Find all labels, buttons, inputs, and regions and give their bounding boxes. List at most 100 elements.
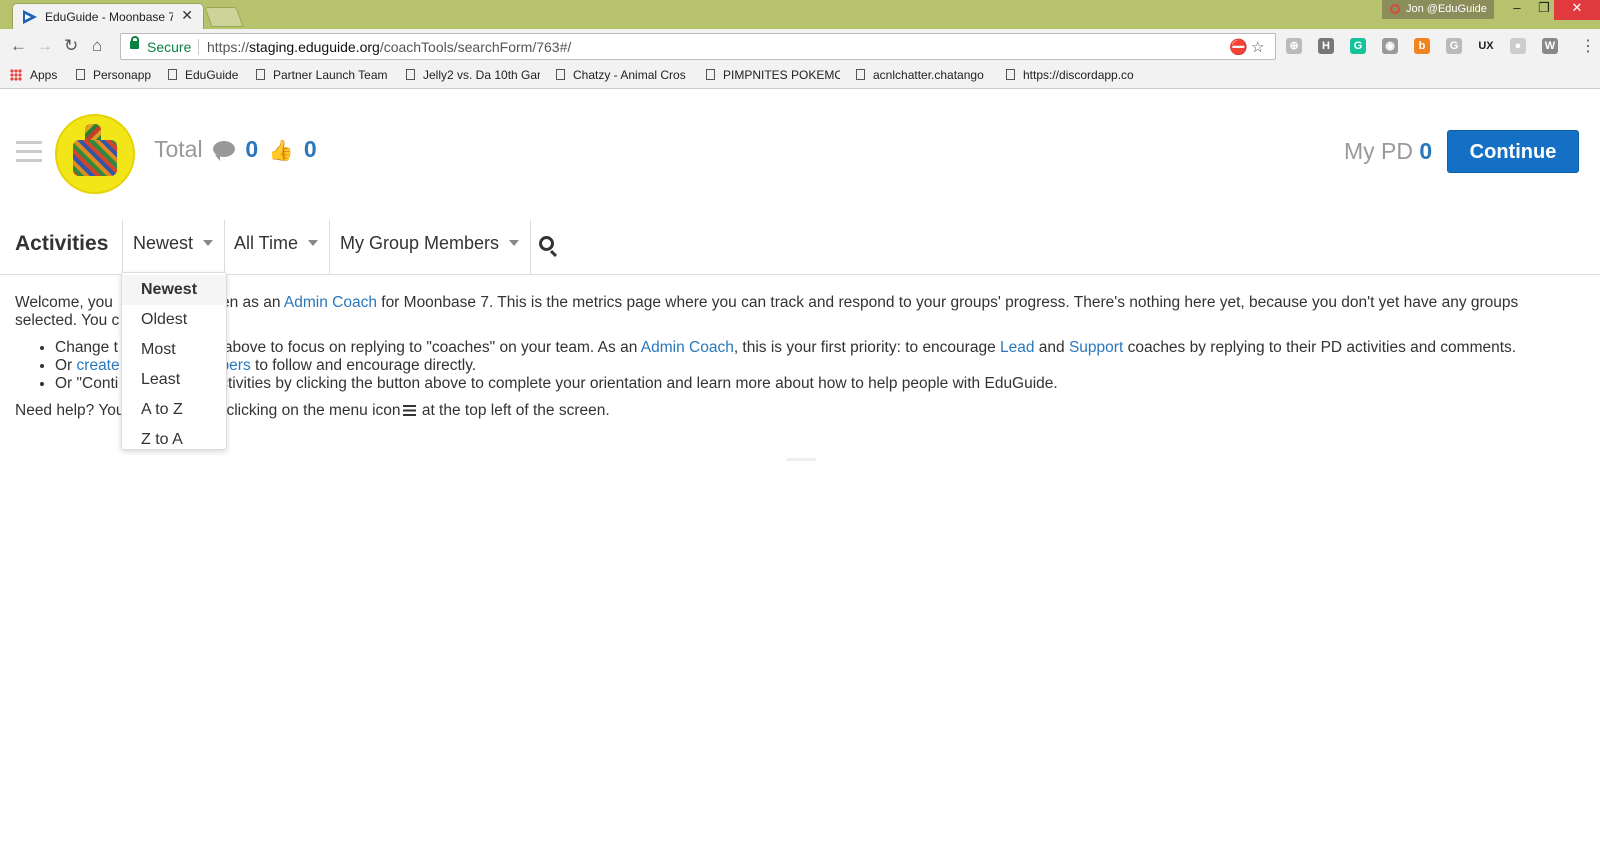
menu-icon (402, 405, 416, 416)
browser-tab[interactable]: EduGuide - Moonbase 7 ✕ (12, 3, 204, 29)
sort-option-least[interactable]: Least (122, 365, 226, 395)
activities-heading: Activities (15, 232, 109, 255)
total-stats: Total 0 👍 0 (154, 136, 317, 163)
extension-circle-icon[interactable]: ● (1510, 38, 1526, 54)
secure-label: Secure (147, 39, 192, 55)
list-item: Or creatembers to follow and encourage d… (55, 357, 1575, 375)
profile-icon (1390, 4, 1400, 14)
page-icon (556, 69, 565, 80)
caret-down-icon (203, 240, 214, 246)
logo-fist (73, 140, 117, 176)
time-dropdown[interactable]: All Time (234, 233, 319, 254)
lead-link[interactable]: Lead (1000, 339, 1034, 356)
omnibox-divider (198, 39, 199, 55)
browser-titlebar: EduGuide - Moonbase 7 ✕ Jon @EduGuide – … (0, 0, 1600, 29)
address-bar[interactable]: Secure https://staging.eduguide.org/coac… (120, 33, 1276, 60)
back-icon[interactable]: ← (10, 36, 27, 56)
sort-option-newest[interactable]: Newest (122, 275, 226, 305)
apps-icon (10, 69, 22, 81)
sort-dropdown[interactable]: Newest (133, 233, 214, 254)
comments-count: 0 (245, 136, 259, 162)
bookmark-partner-launch[interactable]: Partner Launch Team (256, 68, 390, 82)
page-content: Total 0 👍 0 My PD 0 Continue Activities … (0, 90, 1600, 860)
url-text[interactable]: https://staging.eduguide.org/coachTools/… (207, 39, 571, 55)
eduguide-favicon-icon (23, 10, 37, 24)
grammarly-icon[interactable]: G (1350, 38, 1366, 54)
blogger-icon[interactable]: b (1414, 38, 1430, 54)
star-icon[interactable]: ☆ (1251, 38, 1264, 56)
new-tab-button[interactable] (204, 7, 244, 27)
mypd-label: My PD (1344, 138, 1413, 164)
bookmark-jelly2[interactable]: Jelly2 vs. Da 10th Gar (406, 68, 540, 82)
page-icon (406, 69, 415, 80)
filter-divider (122, 220, 123, 275)
thumbs-up-icon: 👍 (268, 140, 294, 162)
my-pd-stat: My PD 0 (1344, 138, 1432, 165)
bookmark-eduguide[interactable]: EduGuide (168, 68, 238, 82)
bookmarks-bar: Apps Personapp EduGuide Partner Launch T… (0, 63, 1600, 89)
sort-option-z-to-a[interactable]: Z to A (122, 425, 226, 455)
extension-g-icon[interactable]: G (1446, 38, 1462, 54)
lock-icon (130, 36, 139, 49)
filter-divider (224, 220, 225, 275)
tab-title: EduGuide - Moonbase 7 (45, 10, 173, 24)
welcome-paragraph: Welcome, you sen as an Admin Coach for M… (15, 294, 1519, 329)
sort-option-oldest[interactable]: Oldest (122, 305, 226, 335)
search-icon[interactable] (539, 236, 554, 251)
close-window-button[interactable]: ✕ (1554, 0, 1600, 20)
list-item: Or "Contictivities by clicking the butto… (55, 375, 1575, 393)
ux-icon[interactable]: UX (1478, 38, 1494, 54)
continue-button[interactable]: Continue (1447, 130, 1579, 173)
sort-option-most[interactable]: Most (122, 335, 226, 365)
help-paragraph: Need help? You clicking on the menu icon … (15, 402, 610, 419)
filter-divider (329, 220, 330, 275)
chrome-menu-icon[interactable]: ⋮ (1580, 36, 1596, 56)
profile-name: Jon @EduGuide (1406, 3, 1487, 15)
page-icon (168, 69, 177, 80)
list-item: Change tabove to focus on replying to "c… (55, 339, 1575, 357)
support-link[interactable]: Support (1069, 339, 1123, 356)
browser-toolbar: ← → ↻ ⌂ Secure https://staging.eduguide.… (0, 29, 1600, 63)
bookmark-apps[interactable]: Apps (10, 68, 57, 82)
scroll-indicator (786, 458, 816, 461)
instruction-list: Change tabove to focus on replying to "c… (55, 339, 1575, 393)
group-dropdown[interactable]: My Group Members (340, 233, 520, 254)
caret-down-icon (308, 240, 319, 246)
thumbs-up-logo (55, 114, 135, 194)
reload-icon[interactable]: ↻ (64, 36, 78, 56)
bookmark-discord[interactable]: https://discordapp.co (1006, 68, 1140, 82)
filter-divider (530, 220, 531, 275)
sort-option-a-to-z[interactable]: A to Z (122, 395, 226, 425)
caret-down-icon (509, 240, 520, 246)
home-icon[interactable]: ⌂ (92, 36, 102, 56)
forward-icon[interactable]: → (36, 36, 53, 56)
bookmark-pimpnites[interactable]: PIMPNITES POKEMO (706, 68, 840, 82)
profile-button[interactable]: Jon @EduGuide (1382, 0, 1494, 19)
admin-coach-link[interactable]: Admin Coach (641, 339, 734, 356)
welcome-message: Welcome, you sen as an Admin Coach for M… (15, 294, 1575, 420)
page-icon (1006, 69, 1015, 80)
page-icon (856, 69, 865, 80)
filter-bar: Activities Newest All Time My Group Memb… (0, 220, 1600, 275)
bookmark-acnlchatter[interactable]: acnlchatter.chatango (856, 68, 990, 82)
bookmark-personapp[interactable]: Personapp (76, 68, 151, 82)
total-label: Total (154, 136, 203, 162)
minimize-button[interactable]: – (1503, 0, 1531, 20)
bookmark-chatzy[interactable]: Chatzy - Animal Cros (556, 68, 690, 82)
page-icon (706, 69, 715, 80)
blocked-icon[interactable]: ⛔ (1229, 38, 1248, 56)
hamburger-menu-icon[interactable] (16, 141, 42, 163)
sort-dropdown-menu: Newest Oldest Most Least A to Z Z to A (121, 272, 227, 450)
mypd-count: 0 (1419, 138, 1433, 164)
comment-icon (212, 141, 235, 161)
extension-w-icon[interactable]: W (1542, 38, 1558, 54)
extension-h-icon[interactable]: H (1318, 38, 1334, 54)
page-icon (256, 69, 265, 80)
admin-coach-link[interactable]: Admin Coach (284, 294, 377, 311)
camera-icon[interactable]: ◉ (1382, 38, 1398, 54)
likes-count: 0 (303, 136, 317, 162)
tab-close-icon[interactable]: ✕ (181, 7, 193, 24)
extension-globe-icon[interactable]: ⊕ (1286, 38, 1302, 54)
create-link[interactable]: create (77, 357, 120, 374)
page-icon (76, 69, 85, 80)
